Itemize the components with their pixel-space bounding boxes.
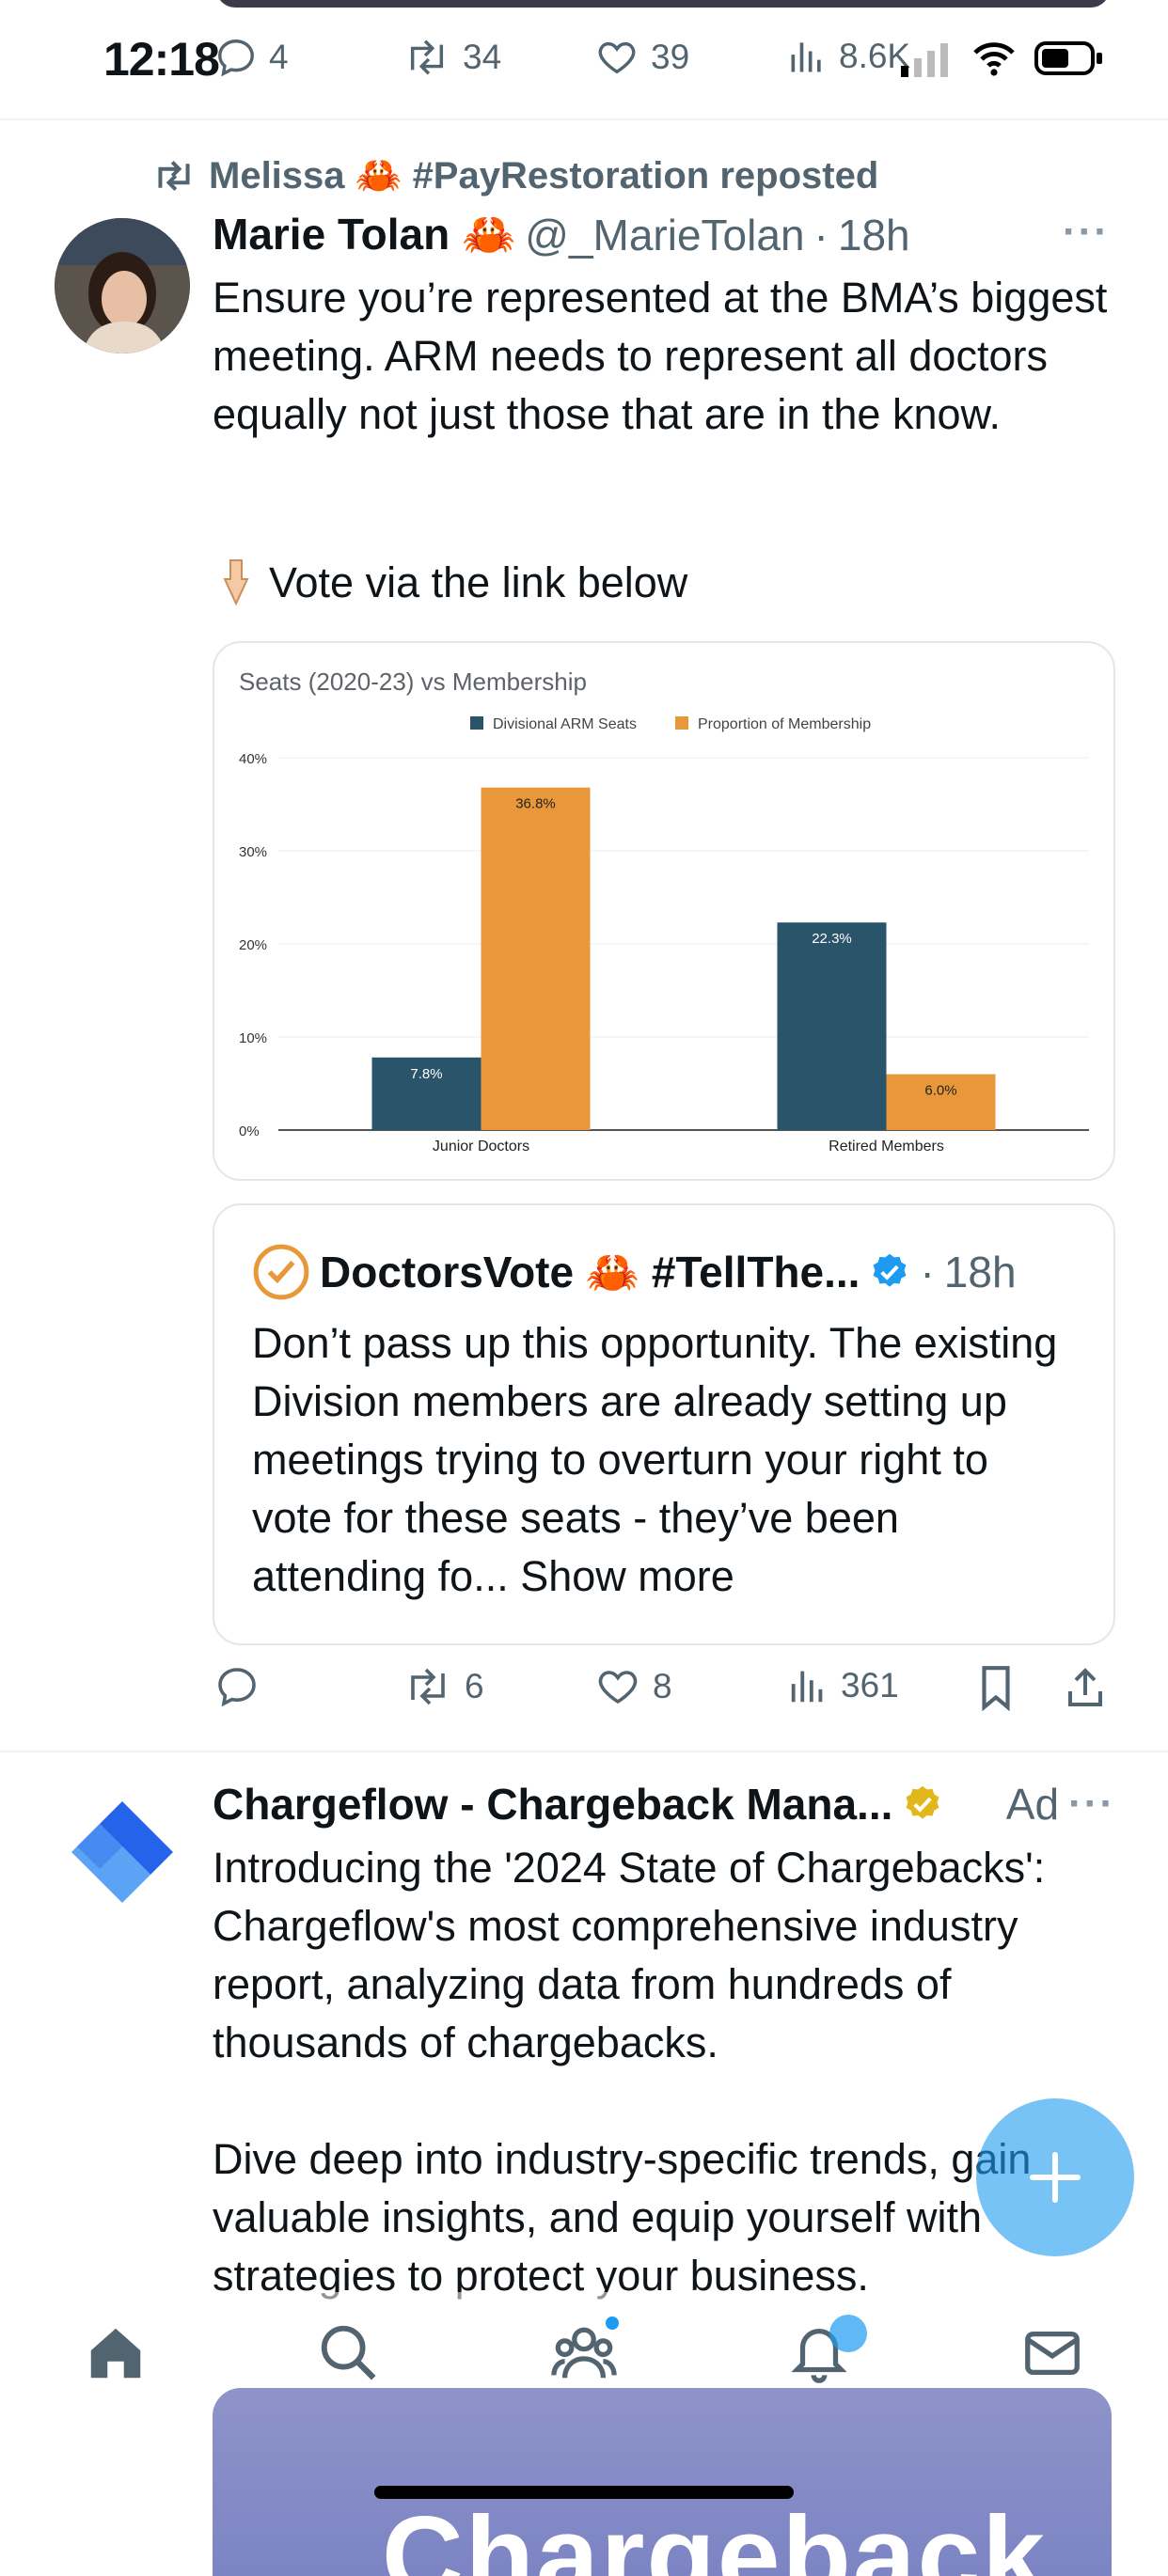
ad-author-name[interactable]: Chargeflow - Chargeback Mana... bbox=[213, 1779, 892, 1830]
like-button[interactable]: 8 bbox=[594, 1664, 672, 1709]
repost-icon bbox=[402, 1664, 453, 1709]
bar-chart: Seats (2020-23) vs Membership Divisional … bbox=[239, 668, 1089, 1154]
pointing-down-emoji-icon bbox=[213, 557, 260, 609]
repost-count: 6 bbox=[465, 1667, 484, 1705]
messages-icon[interactable] bbox=[1019, 2320, 1085, 2386]
repost-action[interactable]: 34 bbox=[402, 36, 501, 79]
share-button[interactable] bbox=[1063, 1664, 1108, 1711]
legend-label: Divisional ARM Seats bbox=[493, 716, 637, 732]
legend-swatch bbox=[675, 716, 688, 730]
share-icon bbox=[1063, 1664, 1108, 1711]
divider bbox=[0, 118, 1168, 120]
ad-label: Ad bbox=[1005, 1780, 1060, 1829]
vote-text: Vote via the link below bbox=[269, 558, 688, 606]
legend-swatch bbox=[470, 716, 483, 730]
repost-icon bbox=[402, 36, 451, 79]
views-button[interactable]: 361 bbox=[786, 1664, 899, 1707]
ad-header: Chargeflow - Chargeback Mana... Ad ··· bbox=[213, 1779, 1115, 1830]
quote-header: DoctorsVote 🦀 #TellThe... · 18h bbox=[252, 1243, 1017, 1301]
quote-text: Don’t pass up this opportunity. The exis… bbox=[252, 1314, 1080, 1606]
bar bbox=[481, 787, 591, 1130]
battery-icon bbox=[1034, 39, 1104, 77]
bar bbox=[777, 922, 887, 1130]
y-tick-label: 20% bbox=[239, 937, 267, 953]
previous-tweet-image-edge bbox=[216, 0, 1110, 8]
repost-count: 34 bbox=[463, 38, 502, 76]
more-options-icon[interactable]: ··· bbox=[1063, 209, 1110, 256]
show-more-link[interactable]: Show more bbox=[520, 1552, 734, 1600]
reply-button[interactable] bbox=[214, 1664, 271, 1709]
chart-title: Seats (2020-23) vs Membership bbox=[239, 668, 587, 696]
wifi-icon bbox=[971, 39, 1018, 77]
more-options-icon[interactable]: ··· bbox=[1068, 1781, 1115, 1828]
reply-icon bbox=[214, 36, 258, 79]
like-count: 39 bbox=[651, 38, 690, 76]
reply-action[interactable]: 4 bbox=[214, 36, 289, 79]
views-action[interactable]: 8.6K bbox=[786, 36, 910, 77]
communities-badge bbox=[606, 2317, 619, 2330]
y-tick-label: 40% bbox=[239, 751, 267, 767]
data-label: 36.8% bbox=[515, 796, 556, 812]
status-bar-time: 12:18 bbox=[103, 33, 220, 86]
search-icon[interactable] bbox=[316, 2320, 382, 2386]
tweet-header: Marie Tolan 🦀 @_MarieTolan · 18h bbox=[213, 209, 910, 260]
repost-icon bbox=[150, 157, 197, 195]
x-tick-label: Junior Doctors bbox=[433, 1139, 529, 1154]
views-count: 361 bbox=[841, 1666, 899, 1704]
y-tick-label: 30% bbox=[239, 844, 267, 860]
tweet-time[interactable]: 18h bbox=[838, 210, 910, 260]
quote-time: 18h bbox=[943, 1248, 1017, 1296]
repost-button[interactable]: 6 bbox=[402, 1664, 484, 1709]
ad-banner-text: Chargeback bbox=[382, 2493, 1047, 2576]
notification-badge bbox=[829, 2315, 867, 2352]
chargeflow-logo-icon[interactable] bbox=[66, 1796, 179, 1908]
data-label: 22.3% bbox=[812, 931, 852, 947]
author-name[interactable]: Marie Tolan 🦀 bbox=[213, 209, 515, 260]
data-label: 7.8% bbox=[410, 1066, 442, 1082]
repost-attribution-text: Melissa 🦀 #PayRestoration reposted bbox=[209, 155, 879, 196]
tweet-text: Ensure you’re represented at the BMA’s b… bbox=[213, 274, 1108, 438]
reply-icon bbox=[214, 1664, 260, 1709]
quote-avatar-icon bbox=[252, 1243, 310, 1301]
views-icon bbox=[786, 1664, 829, 1707]
cellular-signal-icon bbox=[897, 39, 954, 77]
compose-button[interactable] bbox=[976, 2098, 1134, 2256]
plus-icon bbox=[1030, 2152, 1081, 2203]
repost-attribution[interactable]: Melissa 🦀 #PayRestoration reposted bbox=[150, 153, 878, 197]
y-tick-label: 0% bbox=[239, 1123, 260, 1139]
separator-dot: · bbox=[920, 1248, 935, 1296]
ad-banner-image[interactable]: Chargeback bbox=[213, 2388, 1112, 2576]
bookmark-icon bbox=[974, 1664, 1018, 1711]
home-icon[interactable] bbox=[83, 2320, 149, 2386]
heart-icon bbox=[594, 1664, 641, 1709]
like-count: 8 bbox=[653, 1667, 672, 1705]
legend-label: Proportion of Membership bbox=[698, 716, 871, 732]
views-icon bbox=[786, 36, 828, 77]
y-tick-label: 10% bbox=[239, 1030, 267, 1046]
reply-count: 4 bbox=[269, 38, 289, 76]
separator-dot: · bbox=[813, 210, 829, 259]
communities-icon[interactable] bbox=[551, 2320, 617, 2386]
quote-author-name[interactable]: DoctorsVote 🦀 #TellThe... bbox=[320, 1247, 860, 1298]
author-handle[interactable]: @_MarieTolan bbox=[525, 210, 804, 260]
data-label: 6.0% bbox=[924, 1083, 956, 1099]
verified-badge-icon bbox=[869, 1251, 910, 1293]
like-action[interactable]: 39 bbox=[594, 36, 689, 79]
ad-paragraph: Introducing the '2024 State of Chargebac… bbox=[213, 1844, 1046, 2066]
tweet-vote-line: Vote via the link below bbox=[213, 557, 687, 609]
avatar[interactable] bbox=[55, 218, 190, 353]
x-tick-label: Retired Members bbox=[829, 1139, 944, 1154]
home-indicator bbox=[374, 2486, 794, 2499]
status-icons bbox=[897, 39, 1104, 77]
bookmark-button[interactable] bbox=[974, 1664, 1018, 1711]
heart-icon bbox=[594, 36, 639, 79]
quote-tweet-card[interactable]: DoctorsVote 🦀 #TellThe... · 18h Don’t pa… bbox=[213, 1203, 1115, 1645]
chart-card[interactable]: Seats (2020-23) vs Membership Divisional … bbox=[213, 641, 1115, 1181]
divider bbox=[0, 1751, 1168, 1752]
gold-verified-badge-icon bbox=[902, 1783, 943, 1825]
